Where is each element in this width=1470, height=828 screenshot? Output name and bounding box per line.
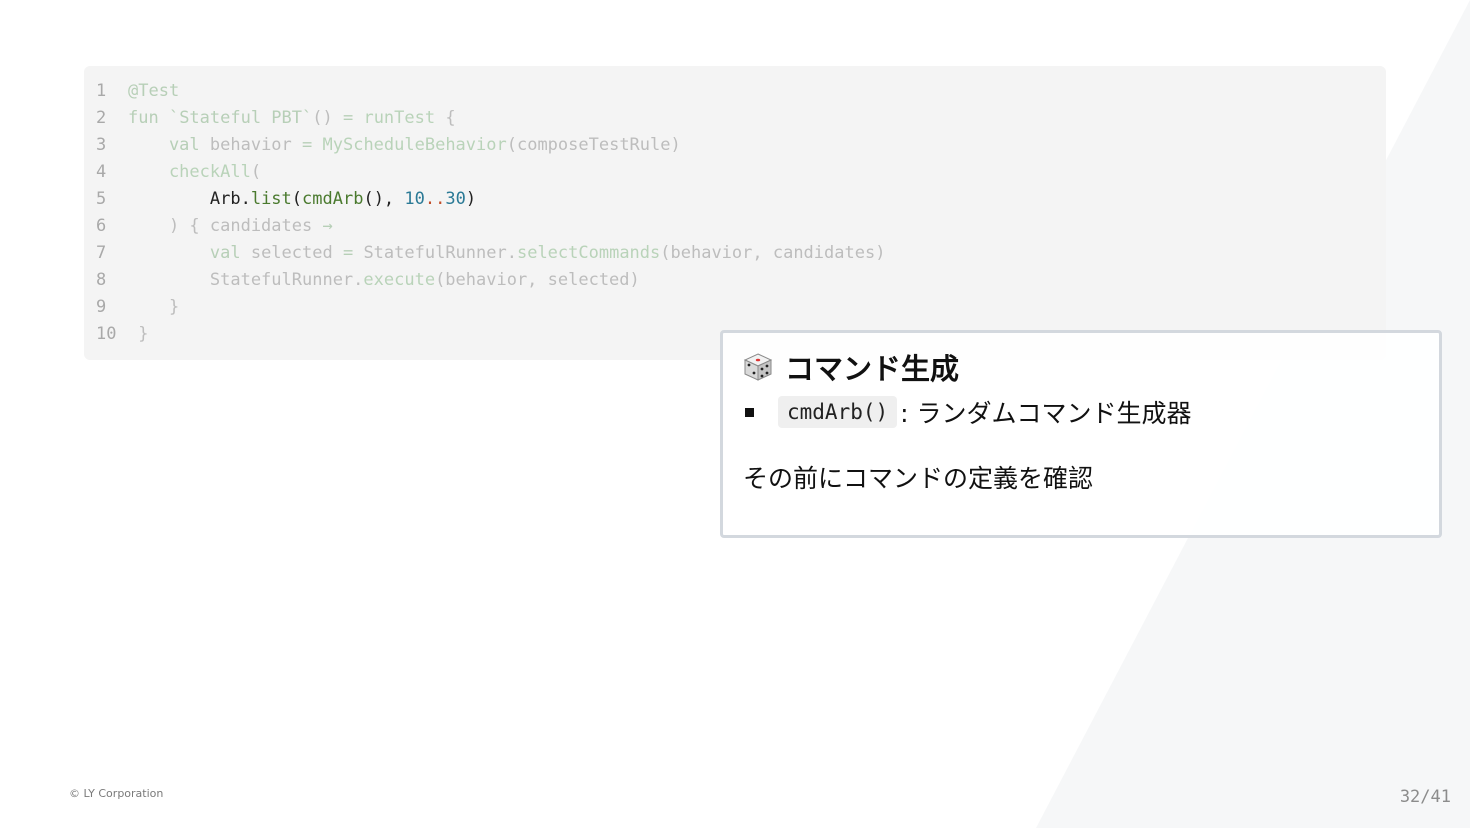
code-content: @Test xyxy=(128,78,179,105)
line-number: 2 xyxy=(96,108,107,128)
code-content: val selected = StatefulRunner.selectComm… xyxy=(128,240,886,267)
code-token: → xyxy=(322,216,333,236)
line-number: 9 xyxy=(96,297,107,317)
dice-icon xyxy=(743,353,773,381)
code-token: = xyxy=(342,108,364,128)
code-token: StatefulRunner. xyxy=(363,243,517,263)
callout-note: その前にコマンドの定義を確認 xyxy=(743,464,1094,493)
code-token: ) xyxy=(465,189,477,209)
code-token: = xyxy=(302,135,323,155)
code-block: 1 @Test 2 fun `Stateful PBT`() = runTest {3… xyxy=(84,66,1386,360)
code-content: StatefulRunner.execute(behavior, selecte… xyxy=(128,267,640,294)
code-token: behavior xyxy=(209,135,303,155)
code-token: 30 xyxy=(445,189,466,209)
code-content: } xyxy=(128,321,148,348)
code-token: Arb. xyxy=(128,189,251,209)
line-number: 8 xyxy=(96,270,107,290)
code-token: } xyxy=(128,297,180,317)
code-content: } xyxy=(128,294,179,321)
line-number: 7 xyxy=(96,243,107,263)
code-token: .. xyxy=(424,189,446,209)
code-token: (), xyxy=(363,189,405,209)
code-token: ( xyxy=(291,189,303,209)
code-token: { xyxy=(435,108,456,128)
code-content: fun `Stateful PBT`() = runTest { xyxy=(128,105,456,132)
code-content: checkAll( xyxy=(128,159,261,186)
code-content: ) { candidates → xyxy=(128,213,333,240)
code-token: `Stateful PBT` xyxy=(168,108,313,128)
code-token: = xyxy=(342,243,364,263)
code-token: execute xyxy=(363,270,436,290)
code-content: val behavior = MyScheduleBehavior(compos… xyxy=(128,132,681,159)
bullet-text: : ランダムコマンド生成器 xyxy=(900,399,1192,428)
code-token: ) { candidates xyxy=(128,216,323,236)
code-token: checkAll xyxy=(128,162,251,182)
code-token: runTest xyxy=(363,108,436,128)
code-token: (composeTestRule) xyxy=(506,135,681,155)
code-token: val xyxy=(128,243,251,263)
code-token: fun xyxy=(128,108,169,128)
callout-title: コマンド生成 xyxy=(785,352,960,386)
code-token: val xyxy=(128,135,210,155)
line-number: 1 xyxy=(96,81,107,101)
line-number: 3 xyxy=(96,135,107,155)
page-number: 32/41 xyxy=(1399,787,1451,807)
code-token: cmdArb xyxy=(302,189,364,209)
code-token: @Test xyxy=(128,81,180,101)
code-token: selected xyxy=(250,243,343,263)
code-token: selectCommands xyxy=(516,243,661,263)
code-token: list xyxy=(250,189,292,209)
callout-box: コマンド生成 cmdArb() : ランダムコマンド生成器 その前にコマンドの定… xyxy=(720,330,1442,538)
line-number: 10 xyxy=(96,324,117,344)
callout-header: コマンド生成 xyxy=(743,347,959,387)
code-content: Arb.list(cmdArb(), 10..30) xyxy=(128,186,476,213)
inline-code: cmdArb() xyxy=(778,396,898,428)
code-token: (behavior, candidates) xyxy=(660,243,886,263)
list-item: cmdArb() : ランダムコマンド生成器 xyxy=(743,393,1192,431)
code-token: ( xyxy=(250,162,262,182)
code-token: MyScheduleBehavior xyxy=(322,135,507,155)
line-number: 6 xyxy=(96,216,107,236)
code-token: } xyxy=(128,324,149,344)
bullet-marker xyxy=(745,407,754,417)
code-token: StatefulRunner. xyxy=(128,270,364,290)
code-token: (behavior, selected) xyxy=(435,270,640,290)
code-token: 10 xyxy=(404,189,425,209)
code-token: () xyxy=(312,108,343,128)
copyright: © LY Corporation xyxy=(69,787,164,800)
line-number: 4 xyxy=(96,162,107,182)
line-number: 5 xyxy=(96,189,107,209)
